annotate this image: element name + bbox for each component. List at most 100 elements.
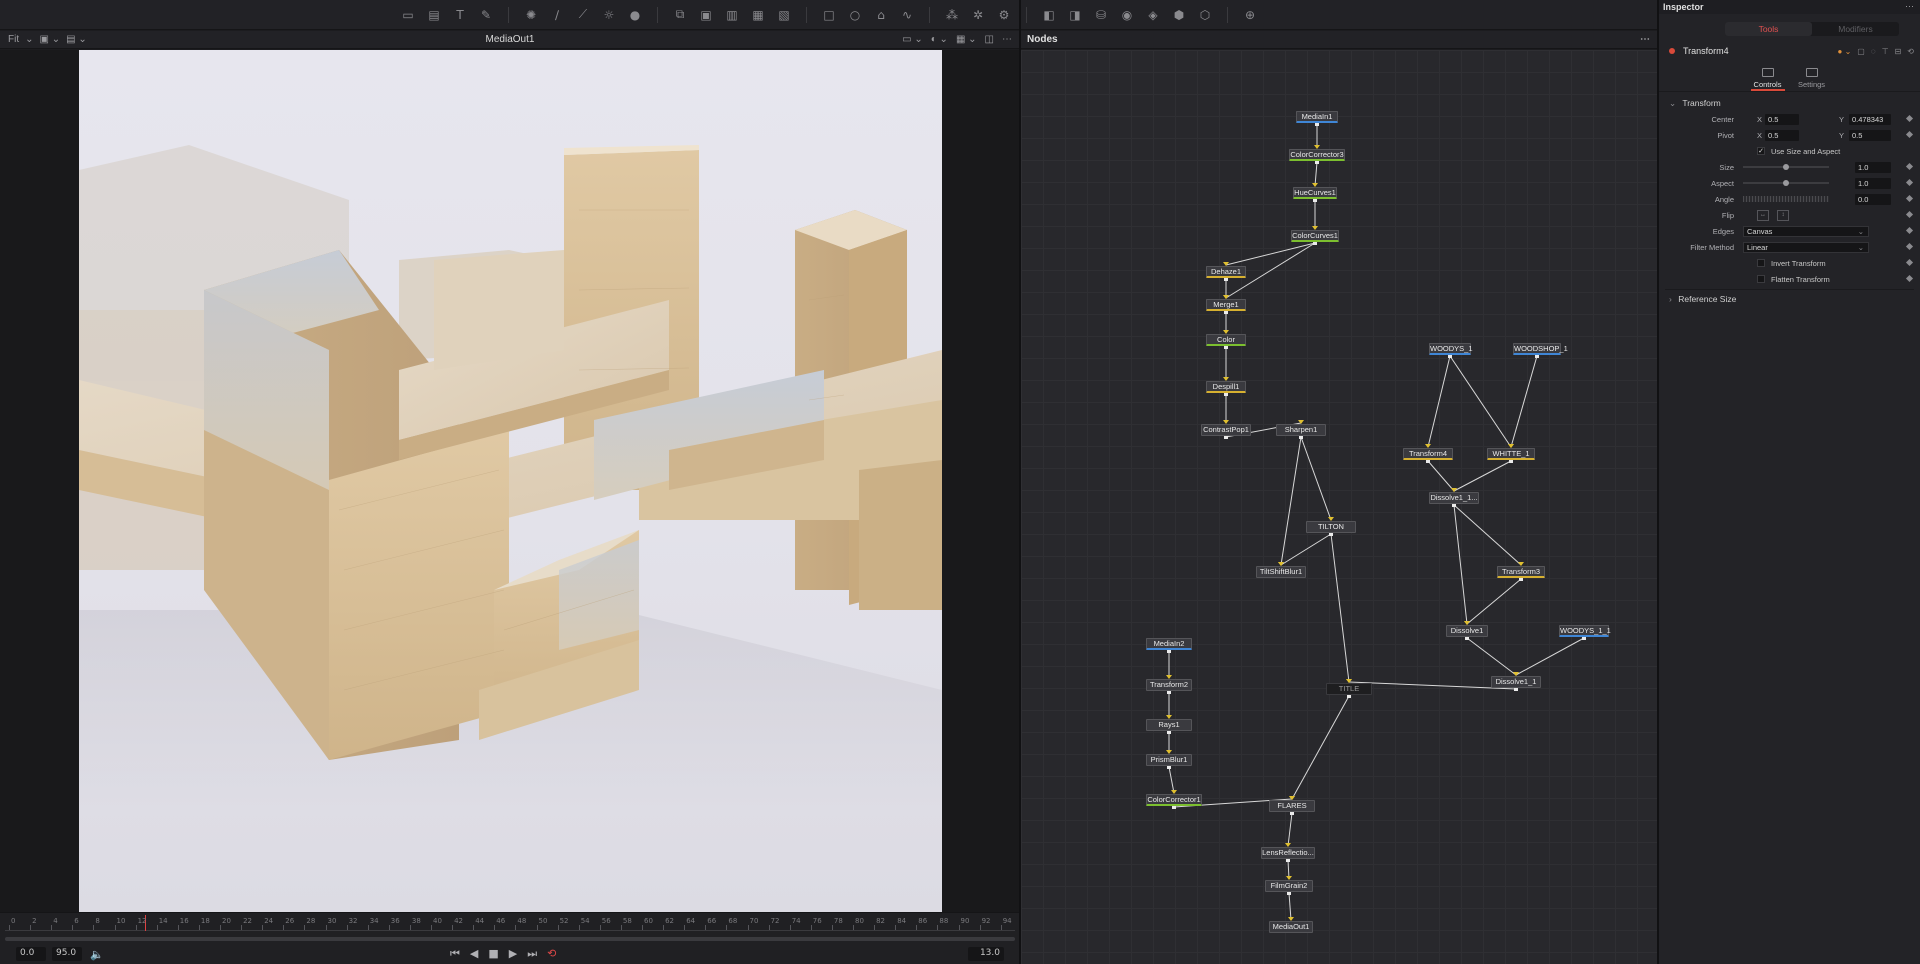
edges-dropdown[interactable]: Canvas ⌄: [1743, 226, 1869, 237]
loader-tool-icon[interactable]: ▦: [748, 5, 768, 25]
node-huecurves1[interactable]: HueCurves1: [1293, 187, 1337, 199]
node-transform2[interactable]: Transform2: [1146, 679, 1192, 691]
current-frame-field[interactable]: 13.0: [968, 947, 1004, 961]
ellipse-mask-icon[interactable]: ○: [845, 5, 865, 25]
node-prismblur1[interactable]: PrismBlur1: [1146, 754, 1192, 766]
angle-field[interactable]: 0.0: [1855, 194, 1891, 205]
disable-icon[interactable]: ◌: [1871, 47, 1876, 56]
inspector-options-icon[interactable]: ⋯: [1905, 1, 1914, 12]
pivot-x-field[interactable]: 0.5: [1765, 130, 1799, 141]
node-despill1[interactable]: Despill1: [1206, 381, 1246, 393]
viewer-panel[interactable]: [0, 50, 1020, 912]
center-y-field[interactable]: 0.478343: [1849, 114, 1891, 125]
node-woodshop-1[interactable]: WOODSHOP_1: [1513, 343, 1568, 355]
brightness-icon[interactable]: ☼: [599, 5, 619, 25]
particle-render-icon[interactable]: ✲: [968, 5, 988, 25]
node-sharpen1[interactable]: Sharpen1: [1276, 424, 1326, 436]
grid-icon[interactable]: ▦ ⌄: [956, 34, 977, 45]
keyframe-icon[interactable]: [1905, 162, 1914, 171]
node-colorcurves1[interactable]: ColorCurves1: [1291, 230, 1339, 242]
angle-dial[interactable]: [1743, 196, 1829, 202]
node-woodys-1[interactable]: WOODYS_1: [1429, 343, 1473, 355]
keyframe-icon[interactable]: [1905, 114, 1914, 123]
fbx-mesh-icon[interactable]: ⬡: [1195, 5, 1215, 25]
more-options-icon[interactable]: ⋯: [1002, 34, 1012, 45]
bspline-mask-icon[interactable]: ∿: [897, 5, 917, 25]
node-flares[interactable]: FLARES: [1269, 800, 1315, 812]
pivot-y-field[interactable]: 0.5: [1849, 130, 1891, 141]
saver-tool-icon[interactable]: ▧: [774, 5, 794, 25]
roi-icon[interactable]: ▭ ⌄: [902, 34, 923, 45]
light-3d-icon[interactable]: ◈: [1143, 5, 1163, 25]
rectangle-mask-icon[interactable]: □: [819, 5, 839, 25]
color-corrector-icon[interactable]: ✺: [521, 5, 541, 25]
node-color[interactable]: Color: [1206, 334, 1246, 346]
keyframe-icon[interactable]: [1905, 178, 1914, 187]
renderer-3d-icon[interactable]: ⬢: [1169, 5, 1189, 25]
render-end-field[interactable]: 95.0: [52, 947, 82, 961]
node-mediain2[interactable]: MediaIn2: [1146, 638, 1192, 650]
aspect-slider-knob[interactable]: [1783, 180, 1789, 186]
particle-emitter-icon[interactable]: ⁂: [942, 5, 962, 25]
keyframe-icon[interactable]: [1905, 242, 1914, 251]
size-slider-knob[interactable]: [1783, 164, 1789, 170]
node-dehaze1[interactable]: Dehaze1: [1206, 266, 1246, 278]
node-whitte-1[interactable]: WHITTE_1: [1487, 448, 1535, 460]
paint-tool-icon[interactable]: ✎: [476, 5, 496, 25]
channel-booleans-icon[interactable]: ▣: [696, 5, 716, 25]
go-to-end-icon[interactable]: ⏭: [527, 947, 537, 961]
node-mediain1[interactable]: MediaIn1: [1296, 111, 1338, 123]
add-tool-icon[interactable]: ⊕: [1240, 5, 1260, 25]
chevron-down-icon[interactable]: ⌄: [25, 34, 33, 45]
flip-vertical-icon[interactable]: ↕: [1777, 210, 1789, 221]
node-filmgrain2[interactable]: FilmGrain2: [1265, 880, 1313, 892]
stop-icon[interactable]: ■: [488, 947, 498, 961]
node-woodys-1-1[interactable]: WOODYS_1_1: [1559, 625, 1611, 637]
keyframe-icon[interactable]: [1905, 258, 1914, 267]
invert-transform-checkbox[interactable]: [1757, 259, 1765, 267]
step-back-icon[interactable]: ◀: [470, 947, 478, 961]
merge-3d-icon[interactable]: ⛁: [1091, 5, 1111, 25]
time-ruler[interactable]: 0 2 4 6 8 10 12 14 16 18 20 22 24 26 28 30 32 34 36 38 40 42 4…: [5, 915, 1015, 931]
fit-dropdown[interactable]: Fit: [8, 34, 19, 45]
flip-horizontal-icon[interactable]: ↔: [1757, 210, 1769, 221]
node-tilton[interactable]: TILTON: [1306, 521, 1356, 533]
keyframe-icon[interactable]: [1905, 226, 1914, 235]
audio-icon[interactable]: 🔈: [90, 948, 104, 961]
tab-settings[interactable]: Settings: [1795, 64, 1829, 91]
merge-tool-icon[interactable]: ⧉: [670, 5, 690, 25]
tab-tools[interactable]: Tools: [1725, 22, 1812, 36]
node-transform4[interactable]: Transform4: [1403, 448, 1453, 460]
matte-tool-icon[interactable]: ▥: [722, 5, 742, 25]
node-dissolve1[interactable]: Dissolve1: [1446, 625, 1488, 637]
render-start-field[interactable]: 0.0: [16, 947, 46, 961]
node-transform3[interactable]: Transform3: [1497, 566, 1545, 578]
node-tiltshiftblur1[interactable]: TiltShiftBlur1: [1256, 566, 1306, 578]
center-x-field[interactable]: 0.5: [1765, 114, 1799, 125]
section-reference-size[interactable]: › Reference Size: [1659, 292, 1920, 306]
node-title[interactable]: TITLE: [1326, 683, 1372, 695]
shape-3d-icon[interactable]: ◧: [1039, 5, 1059, 25]
keyframe-icon[interactable]: [1905, 274, 1914, 283]
keyframe-icon[interactable]: [1905, 194, 1914, 203]
node-dissolve1-1-1[interactable]: Dissolve1_1...: [1429, 492, 1479, 504]
loop-icon[interactable]: ⟲: [547, 947, 556, 961]
go-to-start-icon[interactable]: ⏮: [450, 947, 460, 961]
node-mediaout1[interactable]: MediaOut1: [1269, 921, 1313, 933]
node-colorcorrector3[interactable]: ColorCorrector3: [1289, 149, 1345, 161]
keyframe-icon[interactable]: [1905, 130, 1914, 139]
node-dissolve1-1[interactable]: Dissolve1_1: [1491, 676, 1541, 688]
text-3d-icon[interactable]: ◨: [1065, 5, 1085, 25]
keyframe-icon[interactable]: [1905, 210, 1914, 219]
tool-header[interactable]: Transform4 ● ⌄ ▢ ◌ ⊤ ⊟ ⟲: [1659, 44, 1920, 58]
tab-modifiers[interactable]: Modifiers: [1812, 22, 1899, 36]
node-editor[interactable]: MediaIn1 ColorCorrector3 HueCurves1 ColorCu…: [1021, 50, 1658, 964]
filter-method-dropdown[interactable]: Linear ⌄: [1743, 242, 1869, 253]
pin-icon[interactable]: ⊤: [1882, 47, 1889, 56]
size-field[interactable]: 1.0: [1855, 162, 1891, 173]
camera-3d-icon[interactable]: ◉: [1117, 5, 1137, 25]
text-tool-icon[interactable]: T: [450, 5, 470, 25]
polygon-mask-icon[interactable]: ⌂: [871, 5, 891, 25]
use-size-aspect-checkbox[interactable]: ✓: [1757, 147, 1765, 155]
timeline-scrub-bar[interactable]: [5, 937, 1015, 941]
